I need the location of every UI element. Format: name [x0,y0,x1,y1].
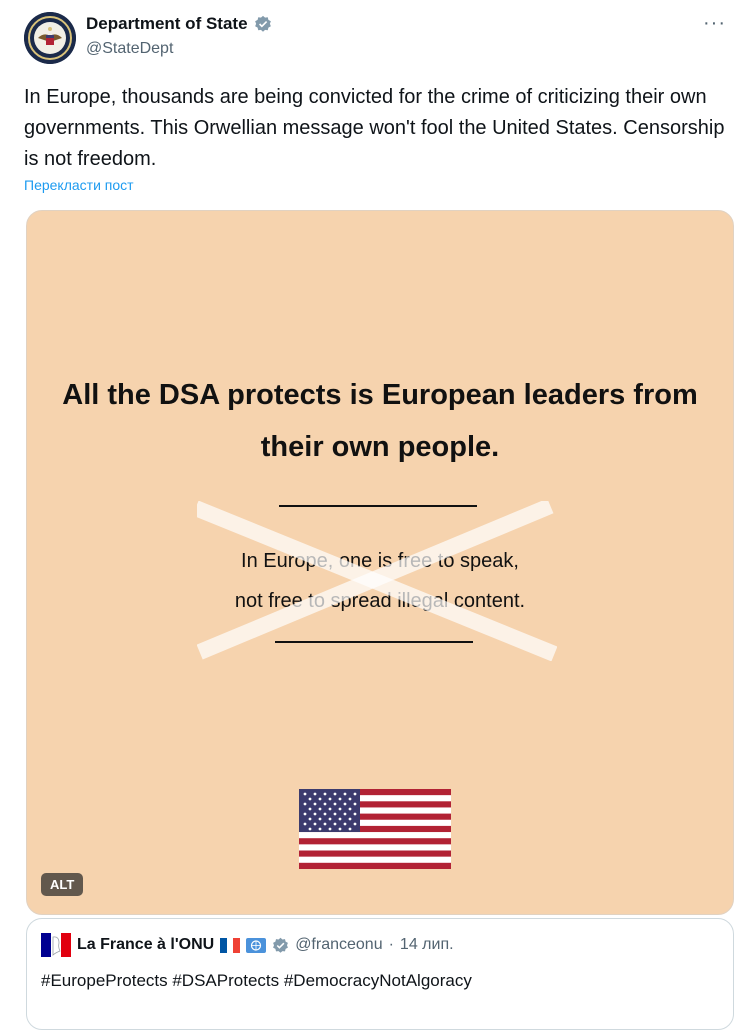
divider-bottom [275,641,473,643]
france-flag-icon [220,937,241,953]
alt-text-badge[interactable]: ALT [41,873,84,896]
quoted-post-text: #EuropeProtects #DSAProtects #DemocracyN… [41,971,472,990]
verified-badge-icon [273,937,289,953]
us-flag-icon [299,789,451,869]
image-headline: All the DSA protects is European leaders… [62,379,698,463]
author-avatar[interactable] [24,12,76,64]
cross-out-x-icon [197,501,557,661]
quoted-post[interactable]: La France à l'ONU @franceonu · 14 лип. #… [26,918,734,1030]
dot-separator: · [388,936,394,953]
author-display-name[interactable]: Department of State [86,14,248,34]
verified-badge-icon [254,15,271,32]
quoted-author-name[interactable]: La France à l'ONU [77,936,214,954]
quoted-post-date[interactable]: 14 лип. [400,936,454,954]
author-handle[interactable]: @StateDept [86,40,173,58]
quoted-author-handle[interactable]: @franceonu [295,936,382,954]
marianne-logo-icon [41,933,71,957]
more-options-icon[interactable]: ··· [703,12,726,35]
tweet-image[interactable]: All the DSA protects is European leaders… [26,210,734,915]
tweet-text: In Europe, thousands are being convicted… [24,86,725,170]
state-department-seal-icon [24,12,76,64]
un-flag-icon [246,937,267,953]
translate-post-link[interactable]: Перекласти пост [24,177,134,193]
